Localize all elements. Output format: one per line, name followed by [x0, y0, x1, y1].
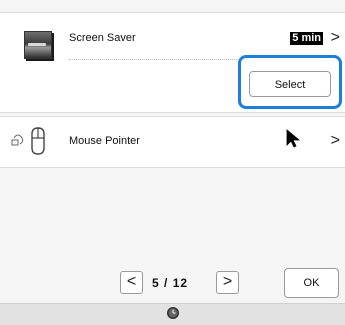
divider — [69, 59, 237, 60]
mouse-pointer-label: Mouse Pointer — [69, 135, 140, 147]
status-bar — [0, 303, 345, 325]
mouse-pointer-row[interactable]: Mouse Pointer > — [0, 116, 345, 168]
clock-icon[interactable] — [166, 306, 180, 320]
screen-saver-row: Screen Saver 5 min > Select — [0, 12, 345, 113]
screen-saver-chevron-icon[interactable]: > — [331, 30, 340, 46]
select-button[interactable]: Select — [249, 71, 331, 97]
screen-saver-thumbnail-icon — [24, 31, 52, 59]
next-page-button[interactable]: > — [216, 271, 239, 294]
page-separator: / — [164, 276, 169, 290]
screen-saver-label: Screen Saver — [69, 32, 136, 44]
page-indicator: 5 / 12 — [152, 276, 188, 290]
mouse-pointer-chevron-icon[interactable]: > — [331, 133, 340, 149]
previous-page-button[interactable]: < — [120, 271, 143, 294]
screen-saver-value: 5 min — [290, 32, 323, 45]
ok-button[interactable]: OK — [284, 268, 339, 298]
mouse-icon — [11, 127, 45, 155]
current-page: 5 — [152, 276, 160, 290]
arrow-pointer-icon — [286, 129, 301, 148]
total-pages: 12 — [172, 276, 189, 290]
